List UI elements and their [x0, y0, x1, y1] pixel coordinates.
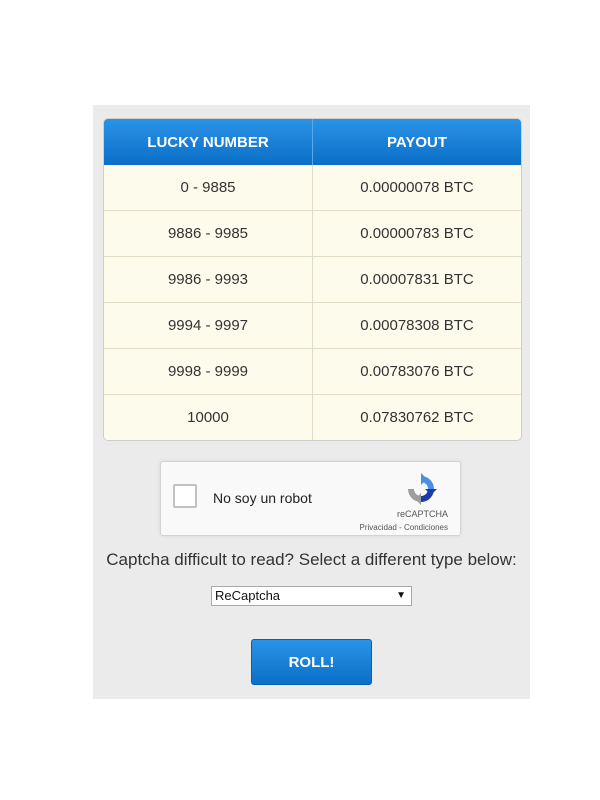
table-row: 0 - 9885 0.00000078 BTC: [104, 165, 521, 210]
lucky-number-range: 9998 - 9999: [167, 363, 249, 380]
dropdown-arrow-icon: ▼: [396, 590, 406, 601]
not-robot-label: No soy un robot: [213, 490, 312, 506]
roll-panel: LUCKY NUMBER PAYOUT 0 - 9885 0.00000078 …: [93, 105, 530, 699]
payout-table: LUCKY NUMBER PAYOUT 0 - 9885 0.00000078 …: [103, 118, 522, 441]
captcha-type-selected: ReCaptcha: [215, 588, 281, 603]
table-row: 9986 - 9993 0.00007831 BTC: [104, 256, 521, 302]
header-lucky-number: LUCKY NUMBER: [147, 133, 269, 151]
payout-value: 0.07830762 BTC: [312, 395, 521, 440]
table-row: 9886 - 9985 0.00000783 BTC: [104, 210, 521, 256]
payout-value: 0.00078308 BTC: [312, 303, 521, 348]
not-robot-checkbox[interactable]: [173, 484, 197, 508]
lucky-number-range: 9994 - 9997: [167, 317, 249, 334]
recaptcha-brand: reCAPTCHA: [396, 509, 448, 519]
captcha-type-select[interactable]: ReCaptcha ▼: [211, 586, 412, 606]
table-row: 9998 - 9999 0.00783076 BTC: [104, 348, 521, 394]
recaptcha-privacy-terms[interactable]: Privacidad - Condiciones: [360, 523, 449, 532]
payout-value: 0.00783076 BTC: [312, 349, 521, 394]
recaptcha-logo-icon: [408, 473, 437, 505]
payout-value: 0.00007831 BTC: [312, 257, 521, 302]
captcha-help-text: Captcha difficult to read? Select a diff…: [106, 550, 517, 569]
lucky-number-range: 10000: [187, 409, 229, 426]
lucky-number-range: 0 - 9885: [180, 179, 236, 196]
payout-value: 0.00000783 BTC: [312, 211, 521, 256]
payout-value: 0.00000078 BTC: [312, 165, 521, 210]
recaptcha-widget: No soy un robot reCAPTCHA Privacidad - C…: [160, 461, 461, 536]
lucky-number-range: 9986 - 9993: [167, 271, 249, 288]
header-payout: PAYOUT: [312, 119, 521, 165]
table-header: LUCKY NUMBER PAYOUT: [104, 119, 521, 165]
roll-button[interactable]: ROLL!: [251, 639, 372, 685]
lucky-number-range: 9886 - 9985: [167, 225, 249, 242]
table-row: 10000 0.07830762 BTC: [104, 394, 521, 440]
table-row: 9994 - 9997 0.00078308 BTC: [104, 302, 521, 348]
